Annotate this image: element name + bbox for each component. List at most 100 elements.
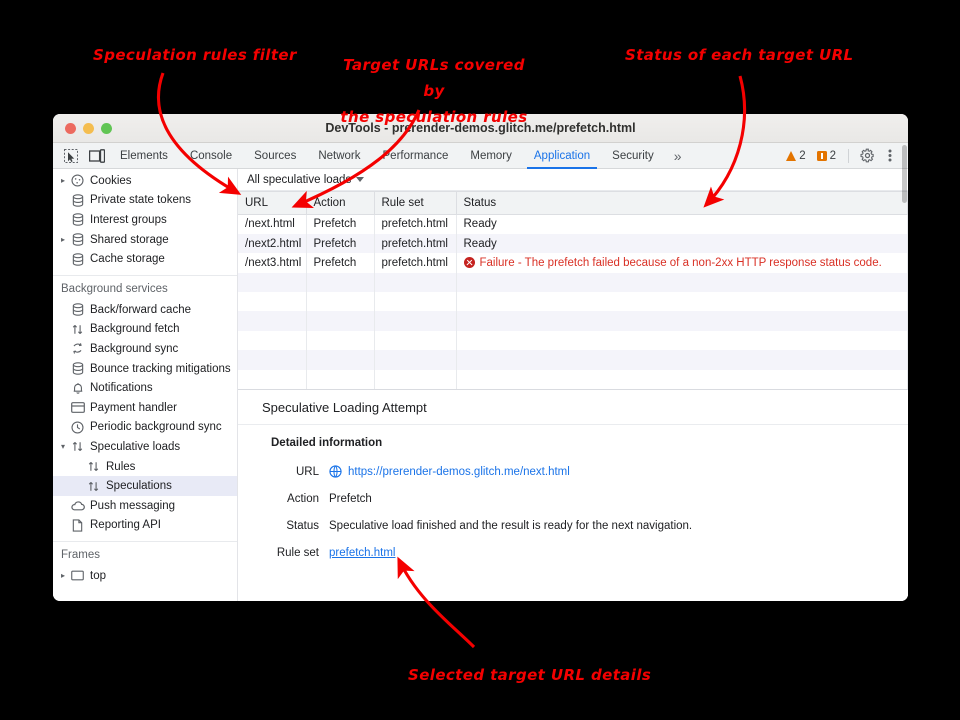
issues-count: 2 [829, 149, 836, 162]
detail-url-link[interactable]: https://prerender-demos.glitch.me/next.h… [348, 466, 570, 478]
tab-console[interactable]: Console [179, 143, 243, 169]
application-sidebar[interactable]: ▸ Cookies Private state tokens Interest gro… [53, 169, 238, 601]
sidebar-item-label: Payment handler [90, 401, 177, 414]
cell-empty [306, 330, 375, 351]
detail-row-status: Status Speculative load finished and the … [238, 512, 908, 539]
sidebar-item-background-fetch[interactable]: Background fetch [53, 320, 237, 340]
card-icon [69, 402, 86, 414]
chevron-right-icon[interactable]: ▸ [57, 571, 69, 580]
column-header-url[interactable]: URL [238, 191, 307, 215]
kebab-menu-icon[interactable] [880, 146, 900, 166]
sidebar-item-label: Notifications [90, 382, 153, 395]
sidebar-item-top[interactable]: ▸ top [53, 566, 237, 586]
cookie-icon [69, 174, 86, 187]
tab-network[interactable]: Network [307, 143, 371, 169]
table-row[interactable]: /next.html Prefetch prefetch.html Ready [238, 214, 908, 234]
sidebar-item-push-messaging[interactable]: Push messaging [53, 496, 237, 516]
sidebar-item-interest-groups[interactable]: Interest groups [53, 210, 237, 230]
chevron-right-icon[interactable]: ▸ [57, 235, 69, 244]
tab-memory[interactable]: Memory [459, 143, 523, 169]
sidebar-item-bounce-tracking-mitigations[interactable]: Bounce tracking mitigations [53, 359, 237, 379]
table-empty-row [238, 330, 908, 351]
details-scrollbar[interactable] [902, 145, 907, 203]
cell-empty [238, 369, 307, 390]
tab-sources[interactable]: Sources [243, 143, 307, 169]
sidebar-item-label: Background sync [90, 342, 179, 355]
sidebar-item-rules[interactable]: Rules [53, 457, 237, 477]
cell-empty [306, 369, 375, 390]
cloud-icon [69, 501, 86, 511]
detail-value[interactable]: prefetch.html [329, 547, 395, 559]
sidebar-item-notifications[interactable]: Notifications [53, 378, 237, 398]
sidebar-item-label: Background fetch [90, 323, 180, 336]
table-row[interactable]: /next3.html Prefetch prefetch.html Failure … [238, 253, 908, 273]
column-header-status[interactable]: Status [456, 191, 908, 215]
cell-status: Ready [456, 233, 908, 254]
more-tabs-button[interactable]: » [665, 143, 690, 169]
speculation-filter-bar[interactable]: All speculative loads [238, 169, 908, 191]
updown-arrows-icon [69, 323, 86, 336]
sidebar-item-label: Interest groups [90, 213, 167, 226]
sidebar-item-shared-storage[interactable]: ▸ Shared storage [53, 230, 237, 250]
cell-status: Failure - The prefetch failed because of… [456, 253, 908, 273]
bell-icon [69, 382, 86, 395]
sidebar-item-cache-storage[interactable]: Cache storage [53, 249, 237, 269]
details-title: Speculative Loading Attempt [238, 390, 908, 426]
sidebar-item-label: Shared storage [90, 233, 169, 246]
detail-key: URL [295, 465, 319, 478]
gear-icon[interactable] [857, 146, 877, 166]
cell-empty [374, 330, 457, 351]
detail-rows: URL https://prerender-demos.glitch.me/nex… [238, 458, 908, 566]
cell-empty [306, 350, 375, 370]
cell-empty [238, 350, 307, 370]
detail-row-url: URL https://prerender-demos.glitch.me/nex… [238, 458, 908, 485]
speculations-grid[interactable]: URL Action Rule set Status /next.html Pre… [238, 191, 908, 391]
details-pane: Speculative Loading Attempt Detailed inf… [238, 390, 908, 601]
sidebar-section-background-services: Background services [53, 274, 237, 300]
column-header-ruleset[interactable]: Rule set [374, 191, 457, 215]
annotation-filter-text: Speculation rules filter [93, 46, 297, 64]
sidebar-item-private-state-tokens[interactable]: Private state tokens [53, 191, 237, 211]
cell-empty [238, 330, 307, 351]
sidebar-item-label: Back/forward cache [90, 303, 191, 316]
tab-elements[interactable]: Elements [109, 143, 179, 169]
sidebar-item-periodic-background-sync[interactable]: Periodic background sync [53, 418, 237, 438]
cell-empty [374, 292, 457, 312]
cell-empty [306, 292, 375, 312]
warnings-badge[interactable]: 2 [782, 150, 809, 162]
database-icon [69, 194, 86, 207]
sidebar-item-speculative-loads[interactable]: ▾ Speculative loads [53, 437, 237, 457]
issues-badge[interactable]: 2 [813, 150, 840, 162]
sidebar-item-cookies[interactable]: ▸ Cookies [53, 171, 237, 191]
cell-rule-set: prefetch.html [374, 214, 457, 234]
tab-performance[interactable]: Performance [372, 143, 460, 169]
chevron-down-icon[interactable] [356, 177, 365, 182]
device-toolbar-icon[interactable] [85, 145, 109, 167]
tab-application[interactable]: Application [523, 143, 601, 169]
tab-security[interactable]: Security [601, 143, 665, 169]
table-header-row: URL Action Rule set Status [238, 191, 908, 215]
sidebar-item-payment-handler[interactable]: Payment handler [53, 398, 237, 418]
detail-value[interactable]: https://prerender-demos.glitch.me/next.h… [329, 465, 570, 478]
devtools-window: DevTools - prerender-demos.glitch.me/pre… [53, 114, 908, 601]
detail-row-action: Action Prefetch [238, 485, 908, 512]
table-empty-row [238, 350, 908, 370]
column-header-action[interactable]: Action [306, 191, 375, 215]
toolbar-divider [848, 148, 849, 163]
sidebar-item-label: Speculations [106, 480, 172, 493]
sidebar-item-reporting-api[interactable]: Reporting API [53, 516, 237, 536]
sidebar-item-label: Private state tokens [90, 194, 191, 207]
inspect-element-icon[interactable] [59, 145, 83, 167]
table-row[interactable]: /next2.html Prefetch prefetch.html Ready [238, 233, 908, 254]
sidebar-item-speculations[interactable]: Speculations [53, 476, 237, 496]
chevron-down-icon[interactable]: ▾ [57, 442, 69, 451]
table-empty-row [238, 311, 908, 331]
database-icon [69, 213, 86, 227]
sidebar-background-group: Back/forward cache Background fetch Backgr… [53, 300, 237, 535]
sidebar-item-background-sync[interactable]: Background sync [53, 339, 237, 359]
window-title-bar: DevTools - prerender-demos.glitch.me/pre… [53, 114, 908, 143]
sidebar-item-back-forward-cache[interactable]: Back/forward cache [53, 300, 237, 320]
chevron-right-icon[interactable]: ▸ [57, 176, 69, 185]
detail-ruleset-link[interactable]: prefetch.html [329, 547, 395, 559]
sidebar-item-label: Rules [106, 460, 136, 473]
